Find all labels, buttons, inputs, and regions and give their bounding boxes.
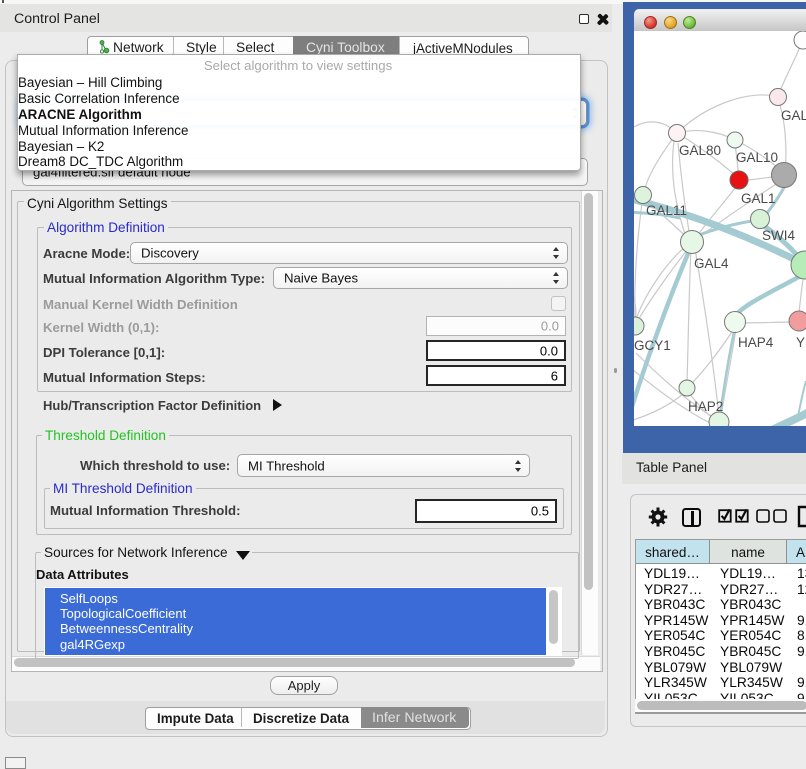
svg-text:GAL11: GAL11 (646, 203, 687, 218)
svg-text:GAL1: GAL1 (741, 191, 776, 206)
svg-text:GAL4: GAL4 (694, 256, 729, 271)
svg-text:HAP2: HAP2 (688, 399, 723, 414)
svg-text:GAL10: GAL10 (736, 150, 778, 165)
svg-text:Y: Y (796, 335, 805, 350)
svg-text:SWI4: SWI4 (762, 228, 795, 243)
svg-text:HAP4: HAP4 (738, 335, 774, 350)
svg-text:GAL7: GAL7 (781, 108, 806, 123)
svg-text:GAL80: GAL80 (679, 143, 721, 158)
svg-text:GCY1: GCY1 (634, 338, 671, 353)
